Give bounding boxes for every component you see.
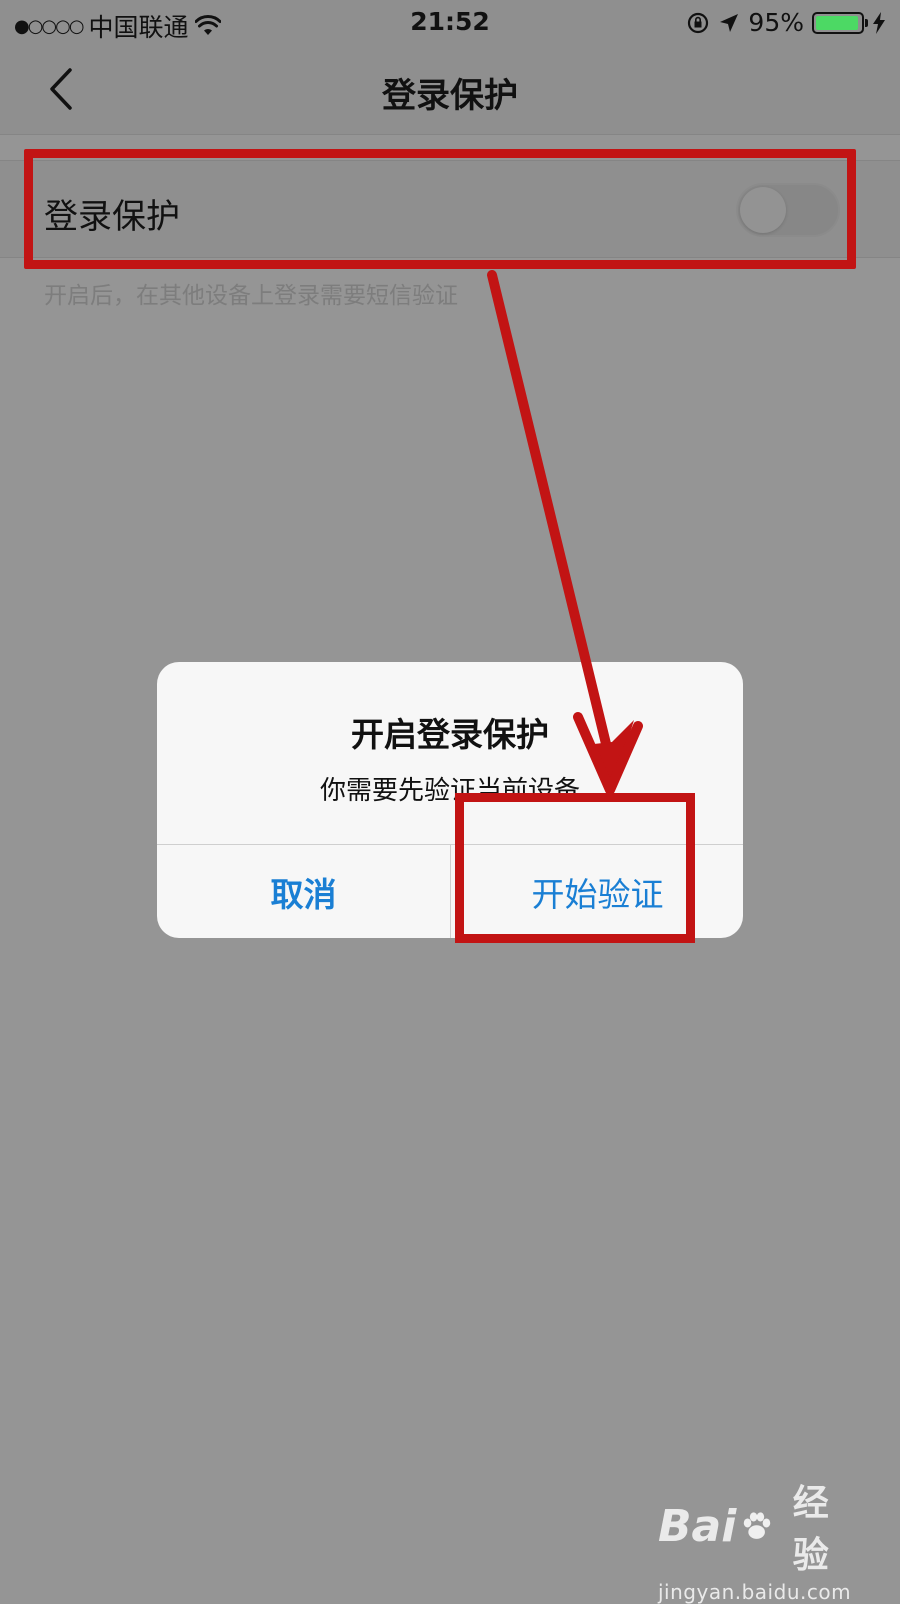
battery-percent: 95% [748,8,804,37]
battery-icon [812,11,868,34]
login-protection-hint: 开启后，在其他设备上登录需要短信验证 [44,283,458,309]
baidu-jingyan-watermark: Bai 经验 jingyan.baidu.com [658,1474,852,1604]
annotation-highlight-button [455,793,695,943]
watermark-logo: Bai 经验 [658,1474,838,1578]
location-arrow-icon [720,13,739,32]
orientation-lock-icon [688,12,709,33]
navigation-bar: 登录保护 [0,44,900,135]
paw-icon [744,1512,771,1539]
annotation-highlight-row [24,149,856,269]
status-right: 95% [686,8,886,37]
status-bar: ●○○○○ 中国联通 21:52 95% [0,0,900,44]
charging-bolt-icon [873,11,885,34]
watermark-url: jingyan.baidu.com [658,1580,852,1604]
cancel-button[interactable]: 取消 [157,845,450,938]
dialog-title: 开启登录保护 [351,715,549,754]
battery-level [816,15,858,30]
page-title: 登录保护 [382,76,518,116]
watermark-logo-text-right: 经验 [792,1483,829,1576]
watermark-logo-text-left: Bai [658,1500,737,1552]
battery-cap [865,18,868,27]
